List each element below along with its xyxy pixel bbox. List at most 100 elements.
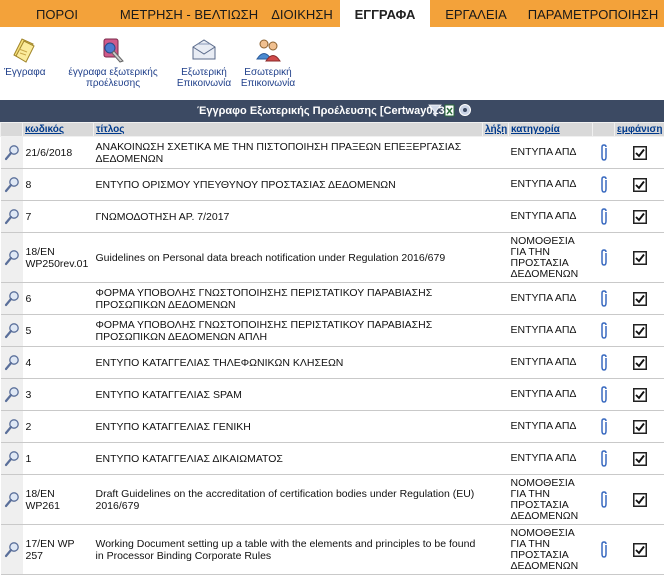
code-cell: 18/EN WP261 <box>22 474 94 525</box>
code-cell: 2 <box>22 410 94 443</box>
checkbox-checked-icon[interactable] <box>632 451 647 466</box>
paperclip-icon[interactable] <box>599 207 609 226</box>
magnifier-icon[interactable] <box>4 208 20 226</box>
checkbox-checked-icon[interactable] <box>632 542 647 557</box>
view-cell <box>0 136 23 169</box>
external-communication-label: Εξωτερική Επικοινωνία <box>176 67 232 89</box>
filter-icon[interactable] <box>428 103 442 117</box>
magnifier-icon[interactable] <box>4 541 20 559</box>
external-docs-tool[interactable]: έγγραφα εξωτερικής προέλευσης <box>58 35 168 89</box>
checkbox-checked-icon[interactable] <box>632 323 647 338</box>
display-cell <box>614 410 664 443</box>
category-cell: ΕΝΤΥΠΑ ΑΠΔ <box>508 314 593 347</box>
table-row: 6 ΦΟΡΜΑ ΥΠΟΒΟΛΗΣ ΓΝΩΣΤΟΠΟΙΗΣΗΣ ΠΕΡΙΣΤΑΤΙ… <box>0 282 664 315</box>
magnifier-icon[interactable] <box>4 450 20 468</box>
display-cell <box>614 168 664 201</box>
header-expiry[interactable]: λήξη <box>482 122 509 137</box>
magnifier-icon[interactable] <box>4 491 20 509</box>
tab-metrisi-veltiosi[interactable]: ΜΕΤΡΗΣΗ - ΒΕΛΤΙΩΣΗ <box>114 0 264 27</box>
header-display[interactable]: εμφάνιση <box>614 122 664 137</box>
paperclip-icon[interactable] <box>599 289 609 308</box>
magnifier-icon[interactable] <box>4 144 20 162</box>
checkbox-checked-icon[interactable] <box>632 419 647 434</box>
code-cell: 5 <box>22 314 94 347</box>
header-code[interactable]: κωδικός <box>22 122 94 137</box>
title-cell: ΕΝΤΥΠΟ ΚΑΤΑΓΓΕΛΙΑΣ ΔΙΚΑΙΩΜΑΤΟΣ <box>93 442 483 475</box>
tab-eggrafa[interactable]: ΕΓΓΡΑΦΑ <box>340 0 430 27</box>
documents-toolbar: Έγγραφα έγγραφα εξωτερικής προέλευσης Εξ… <box>0 27 664 100</box>
paperclip-icon[interactable] <box>599 385 609 404</box>
display-cell <box>614 474 664 525</box>
expiry-cell <box>482 232 509 283</box>
paperclip-icon[interactable] <box>599 321 609 340</box>
checkbox-checked-icon[interactable] <box>632 250 647 265</box>
header-category[interactable]: κατηγορία <box>508 122 593 137</box>
checkbox-checked-icon[interactable] <box>632 387 647 402</box>
paperclip-icon[interactable] <box>599 175 609 194</box>
paperclip-icon[interactable] <box>599 143 609 162</box>
table-row: 7 ΓΝΩΜΟΔΟΤΗΣΗ ΑΡ. 7/2017 ΕΝΤΥΠΑ ΑΠΔ <box>0 200 664 233</box>
magnifier-icon[interactable] <box>4 322 20 340</box>
paperclip-icon[interactable] <box>599 353 609 372</box>
magnifier-icon[interactable] <box>4 290 20 308</box>
tab-dioikisi[interactable]: ΔΙΟΙΚΗΣΗ <box>264 0 340 27</box>
internal-communication-tool[interactable]: Εσωτερική Επικοινωνία <box>238 35 298 89</box>
envelope-icon <box>192 39 216 60</box>
table-row: 17/EN WP 257 Working Document setting up… <box>0 524 664 575</box>
checkbox-checked-icon[interactable] <box>632 209 647 224</box>
excel-export-icon[interactable] <box>444 103 458 117</box>
tab-parametropoiisi[interactable]: ΠΑΡΑΜΕΤΡΟΠΟΙΗΣΗ <box>522 0 664 27</box>
expiry-cell <box>482 442 509 475</box>
code-cell: 8 <box>22 168 94 201</box>
title-cell: ΕΝΤΥΠΟ ΚΑΤΑΓΓΕΛΙΑΣ ΤΗΛΕΦΩΝΙΚΩΝ ΚΛΗΣΕΩΝ <box>93 346 483 379</box>
checkbox-checked-icon[interactable] <box>632 355 647 370</box>
tab-ergaleia[interactable]: ΕΡΓΑΛΕΙΑ <box>430 0 522 27</box>
settings-icon[interactable] <box>458 103 472 117</box>
expiry-cell <box>482 346 509 379</box>
paperclip-icon[interactable] <box>599 540 609 559</box>
users-icon <box>256 39 281 62</box>
magnifier-icon[interactable] <box>4 176 20 194</box>
checkbox-checked-icon[interactable] <box>632 291 647 306</box>
attachment-cell <box>592 232 615 283</box>
code-cell: 3 <box>22 378 94 411</box>
display-cell <box>614 282 664 315</box>
magnifier-icon[interactable] <box>4 354 20 372</box>
table-row: 8 ΕΝΤΥΠΟ ΟΡΙΣΜΟΥ ΥΠΕΥΘΥΝΟΥ ΠΡΟΣΤΑΣΙΑΣ ΔΕ… <box>0 168 664 201</box>
display-cell <box>614 136 664 169</box>
paperclip-icon[interactable] <box>599 490 609 509</box>
paperclip-icon[interactable] <box>599 248 609 267</box>
magnifier-icon[interactable] <box>4 418 20 436</box>
category-cell: ΕΝΤΥΠΑ ΑΠΔ <box>508 282 593 315</box>
magnifier-icon[interactable] <box>4 386 20 404</box>
checkbox-checked-icon[interactable] <box>632 492 647 507</box>
expiry-cell <box>482 524 509 575</box>
title-cell: ΦΟΡΜΑ ΥΠΟΒΟΛΗΣ ΓΝΩΣΤΟΠΟΙΗΣΗΣ ΠΕΡΙΣΤΑΤΙΚΟ… <box>93 282 483 315</box>
display-cell <box>614 232 664 283</box>
display-cell <box>614 200 664 233</box>
header-blank <box>0 122 23 137</box>
tab-poroi[interactable]: ΠΟΡΟΙ <box>0 0 114 27</box>
paperclip-icon[interactable] <box>599 449 609 468</box>
title-cell: ΕΝΤΥΠΟ ΟΡΙΣΜΟΥ ΥΠΕΥΘΥΝΟΥ ΠΡΟΣΤΑΣΙΑΣ ΔΕΔΟ… <box>93 168 483 201</box>
paperclip-icon[interactable] <box>599 417 609 436</box>
section-header-bar: Έγγραφο Εξωτερικής Προέλευσης [Certway01… <box>0 100 664 122</box>
external-communication-tool[interactable]: Εξωτερική Επικοινωνία <box>176 35 232 89</box>
attachment-cell <box>592 442 615 475</box>
table-row: 21/6/2018 ΑΝΑΚΟΙΝΩΣΗ ΣΧΕΤΙΚΑ ΜΕ ΤΗΝ ΠΙΣΤ… <box>0 136 664 169</box>
expiry-cell <box>482 200 509 233</box>
checkbox-checked-icon[interactable] <box>632 145 647 160</box>
header-title[interactable]: τίτλος <box>93 122 483 137</box>
category-cell: ΕΝΤΥΠΑ ΑΠΔ <box>508 442 593 475</box>
title-cell: Draft Guidelines on the accreditation of… <box>93 474 483 525</box>
expiry-cell <box>482 136 509 169</box>
table-row: 18/EN WP250rev.01 Guidelines on Personal… <box>0 232 664 283</box>
top-tab-bar: ΠΟΡΟΙ ΜΕΤΡΗΣΗ - ΒΕΛΤΙΩΣΗ ΔΙΟΙΚΗΣΗ ΕΓΓΡΑΦ… <box>0 0 664 27</box>
magnifier-icon[interactable] <box>4 249 20 267</box>
checkbox-checked-icon[interactable] <box>632 177 647 192</box>
expiry-cell <box>482 282 509 315</box>
documents-tool[interactable]: Έγγραφα <box>4 35 46 78</box>
attachment-cell <box>592 136 615 169</box>
attachment-cell <box>592 314 615 347</box>
category-cell: ΕΝΤΥΠΑ ΑΠΔ <box>508 200 593 233</box>
